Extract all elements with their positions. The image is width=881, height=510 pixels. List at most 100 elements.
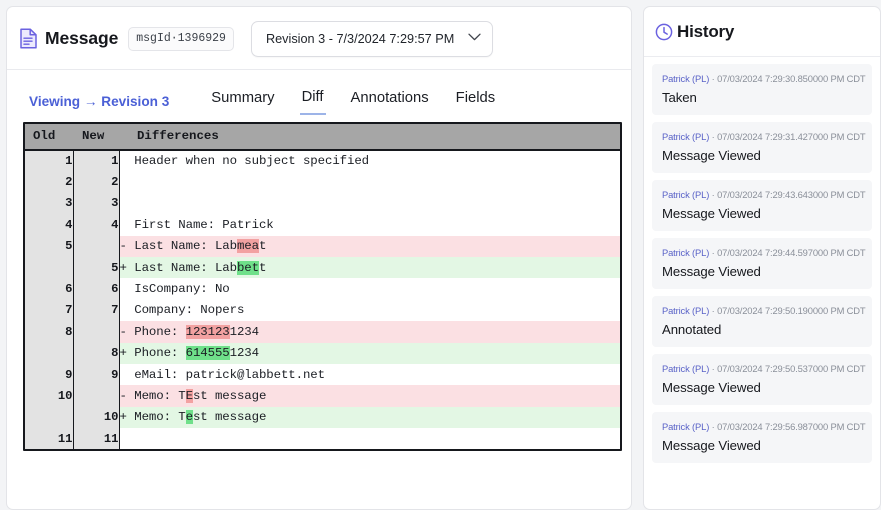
tab-summary[interactable]: Summary (209, 88, 276, 114)
diff-text-pre: eMail: patrick@labbett.net (126, 367, 325, 382)
diff-old-line-number: 11 (25, 428, 74, 450)
history-item-separator: · (709, 189, 718, 200)
history-item-action: Message Viewed (662, 380, 761, 395)
diff-inline-highlight: E (185, 388, 193, 403)
message-header: Message msgId·1396929 Revision 3 - 7/3/2… (7, 7, 631, 70)
diff-text-pre: Memo: T (126, 388, 186, 403)
diff-old-line-number: 4 (25, 214, 74, 236)
history-item-timestamp: 07/03/2024 7:29:50.190000 PM CDT (717, 305, 866, 316)
diff-sign: + (119, 346, 127, 361)
diff-text-pre: Last Name: Lab (126, 239, 237, 254)
history-item-meta: Patrick (PL) · 07/03/2024 7:29:30.850000… (662, 73, 866, 84)
diff-line-content: eMail: patrick@labbett.net (119, 363, 620, 386)
diff-new-line-number (73, 321, 120, 343)
diff-line-content (119, 192, 620, 215)
history-header: History (644, 7, 880, 57)
diff-inline-highlight: e (185, 410, 193, 425)
history-item-timestamp: 07/03/2024 7:29:44.597000 PM CDT (717, 247, 866, 258)
diff-line-content: Header when no subject specified (119, 150, 620, 172)
diff-row: 8 + Phone: 6145551234 (25, 342, 620, 364)
diff-new-line-number: 10 (73, 406, 120, 429)
history-title: History (677, 22, 735, 41)
diff-text-pre: Last Name: Lab (126, 260, 237, 275)
message-title-group: Message (19, 28, 118, 49)
history-item-separator: · (709, 131, 718, 142)
diff-sign: + (119, 410, 127, 425)
history-panel: History Patrick (PL) · 07/03/2024 7:29:3… (643, 6, 881, 510)
column-header-new: New (73, 124, 119, 151)
diff-sign (120, 282, 127, 296)
history-item-meta: Patrick (PL) · 07/03/2024 7:29:50.190000… (662, 305, 866, 316)
diff-new-line-number: 8 (73, 342, 120, 364)
diff-old-line-number: 2 (25, 171, 74, 193)
diff-line-content: IsCompany: No (119, 278, 620, 300)
column-header-old: Old (25, 124, 73, 151)
document-icon (19, 28, 38, 49)
message-panel: Message msgId·1396929 Revision 3 - 7/3/2… (6, 6, 632, 510)
tab-diff[interactable]: Diff (299, 87, 326, 115)
history-item-timestamp: 07/03/2024 7:29:31.427000 PM CDT (717, 131, 866, 142)
diff-new-line-number: 4 (73, 214, 120, 236)
diff-new-line-number: 3 (73, 192, 120, 215)
diff-text-pre: Memo: T (126, 410, 186, 425)
history-item-separator: · (709, 73, 718, 84)
clock-icon (655, 23, 673, 41)
history-item-action: Message Viewed (662, 264, 761, 279)
diff-table-head: Old New Differences (25, 124, 620, 151)
diff-sign: - (119, 324, 127, 339)
history-list-item[interactable]: Patrick (PL) · 07/03/2024 7:29:31.427000… (652, 122, 872, 173)
diff-new-line-number: 6 (73, 278, 120, 300)
history-item-meta: Patrick (PL) · 07/03/2024 7:29:43.643000… (662, 189, 866, 200)
diff-old-line-number (25, 342, 74, 364)
history-item-separator: · (709, 421, 718, 432)
diff-text-pre: First Name: Patrick (126, 217, 274, 232)
history-item-separator: · (709, 247, 718, 258)
diff-text-pre: IsCompany: No (126, 282, 230, 297)
diff-new-line-number: 2 (73, 171, 120, 193)
diff-line-content (119, 428, 620, 450)
history-item-action: Message Viewed (662, 438, 761, 453)
diff-text-pre: Header when no subject specified (126, 154, 369, 169)
diff-row: 5 - Last Name: Labmeat (25, 235, 620, 257)
diff-line-content: First Name: Patrick (119, 214, 620, 236)
history-list-item[interactable]: Patrick (PL) · 07/03/2024 7:29:50.190000… (652, 296, 872, 347)
diff-row: 8 - Phone: 1231231234 (25, 321, 620, 343)
history-list-item[interactable]: Patrick (PL) · 07/03/2024 7:29:30.850000… (652, 64, 872, 115)
diff-new-line-number (73, 385, 120, 407)
diff-old-line-number: 5 (25, 235, 74, 257)
diff-inline-highlight: 614555 (185, 346, 230, 361)
tab-fields[interactable]: Fields (454, 88, 497, 114)
diff-old-line-number: 8 (25, 321, 74, 343)
msg-id-badge: msgId·1396929 (128, 26, 234, 51)
history-item-meta: Patrick (PL) · 07/03/2024 7:29:50.537000… (662, 363, 866, 374)
tab-annotations[interactable]: Annotations (349, 88, 431, 114)
diff-sign (120, 432, 127, 446)
history-item-timestamp: 07/03/2024 7:29:43.643000 PM CDT (717, 189, 866, 200)
history-list-item[interactable]: Patrick (PL) · 07/03/2024 7:29:43.643000… (652, 180, 872, 231)
column-header-differences: Differences (119, 124, 620, 151)
diff-new-line-number: 1 (73, 150, 120, 172)
diff-table: Old New Differences 11 Header when no su… (25, 124, 620, 450)
history-list-item[interactable]: Patrick (PL) · 07/03/2024 7:29:56.987000… (652, 412, 872, 463)
history-list-item[interactable]: Patrick (PL) · 07/03/2024 7:29:50.537000… (652, 354, 872, 405)
diff-sign (120, 196, 127, 210)
history-list[interactable]: Patrick (PL) · 07/03/2024 7:29:30.850000… (644, 57, 880, 509)
diff-text-post: 1234 (229, 346, 259, 361)
diff-line-content: - Memo: TEst message (119, 385, 620, 407)
diff-line-content (119, 171, 620, 193)
diff-row: 10 - Memo: TEst message (25, 385, 620, 407)
diff-inline-highlight: bet (236, 260, 259, 275)
viewing-revision-link[interactable]: Viewing → Revision 3 (29, 94, 169, 109)
history-item-action: Annotated (662, 322, 722, 337)
history-item-meta: Patrick (PL) · 07/03/2024 7:29:44.597000… (662, 247, 866, 258)
diff-old-line-number (25, 406, 74, 429)
history-item-timestamp: 07/03/2024 7:29:50.537000 PM CDT (717, 363, 866, 374)
diff-text-pre: Phone: (126, 324, 186, 339)
history-list-item[interactable]: Patrick (PL) · 07/03/2024 7:29:44.597000… (652, 238, 872, 289)
history-item-separator: · (709, 305, 718, 316)
history-item-meta: Patrick (PL) · 07/03/2024 7:29:31.427000… (662, 131, 866, 142)
revision-select[interactable]: Revision 3 - 7/3/2024 7:29:57 PM (250, 20, 494, 57)
diff-old-line-number: 9 (25, 363, 74, 386)
diff-row: 11 Header when no subject specified (25, 150, 620, 172)
page-title: Message (45, 28, 119, 48)
